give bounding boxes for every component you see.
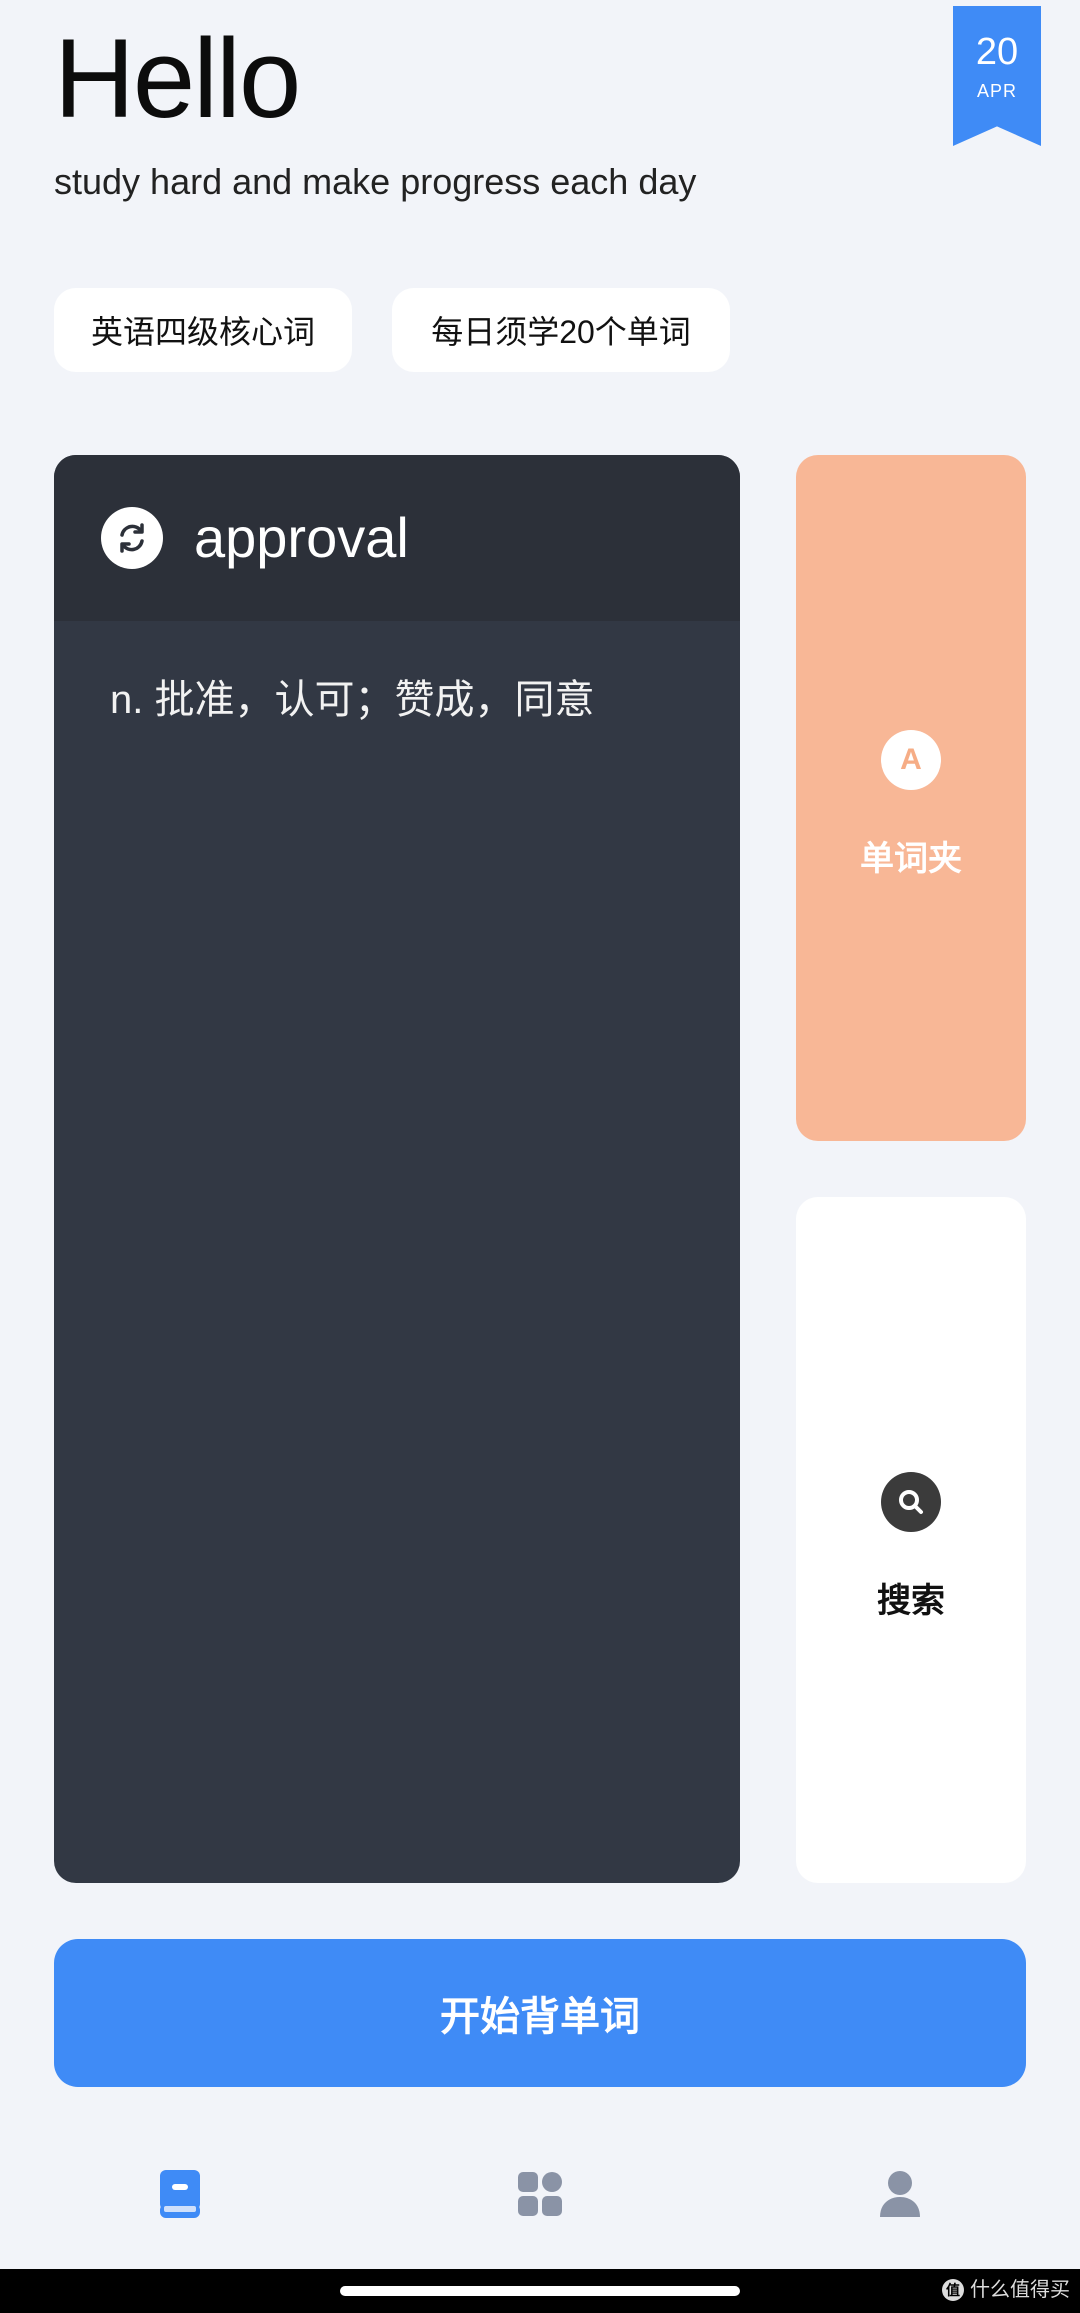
tag-word-list[interactable]: 英语四级核心词 [54, 288, 352, 372]
word-card[interactable]: approval n. 批准，认可；赞成，同意 [54, 455, 740, 1883]
search-tile[interactable]: 搜索 [796, 1197, 1026, 1883]
book-icon [160, 2170, 200, 2218]
word-text: approval [194, 506, 409, 569]
date-badge: 20 APR [953, 6, 1041, 146]
date-month: APR [976, 81, 1017, 101]
greeting-title: Hello [54, 16, 301, 141]
watermark: 值 什么值得买 [942, 2275, 1070, 2305]
word-meaning: n. 批准，认可；赞成，同意 [110, 678, 595, 722]
word-card-header: approval [54, 455, 740, 621]
home-indicator[interactable] [340, 2286, 740, 2296]
watermark-logo: 值 [942, 2279, 964, 2301]
word-folder-label: 单词夹 [860, 840, 962, 878]
nav-profile[interactable] [868, 2162, 932, 2226]
word-folder-tile[interactable]: A 单词夹 [796, 455, 1026, 1141]
watermark-text: 什么值得买 [970, 2279, 1070, 2301]
greeting-subtitle: study hard and make progress each day [54, 161, 697, 202]
grid-icon [518, 2172, 562, 2216]
search-icon [881, 1472, 941, 1532]
start-memorize-button[interactable]: 开始背单词 [54, 1939, 1026, 2087]
nav-book[interactable] [148, 2162, 212, 2226]
user-icon [880, 2171, 920, 2217]
tag-daily-goal[interactable]: 每日须学20个单词 [392, 288, 730, 372]
date-day: 20 [975, 31, 1019, 73]
letter-a-icon: A [881, 730, 941, 790]
nav-apps[interactable] [508, 2162, 572, 2226]
refresh-icon[interactable] [101, 507, 163, 569]
search-label: 搜索 [877, 1582, 945, 1620]
